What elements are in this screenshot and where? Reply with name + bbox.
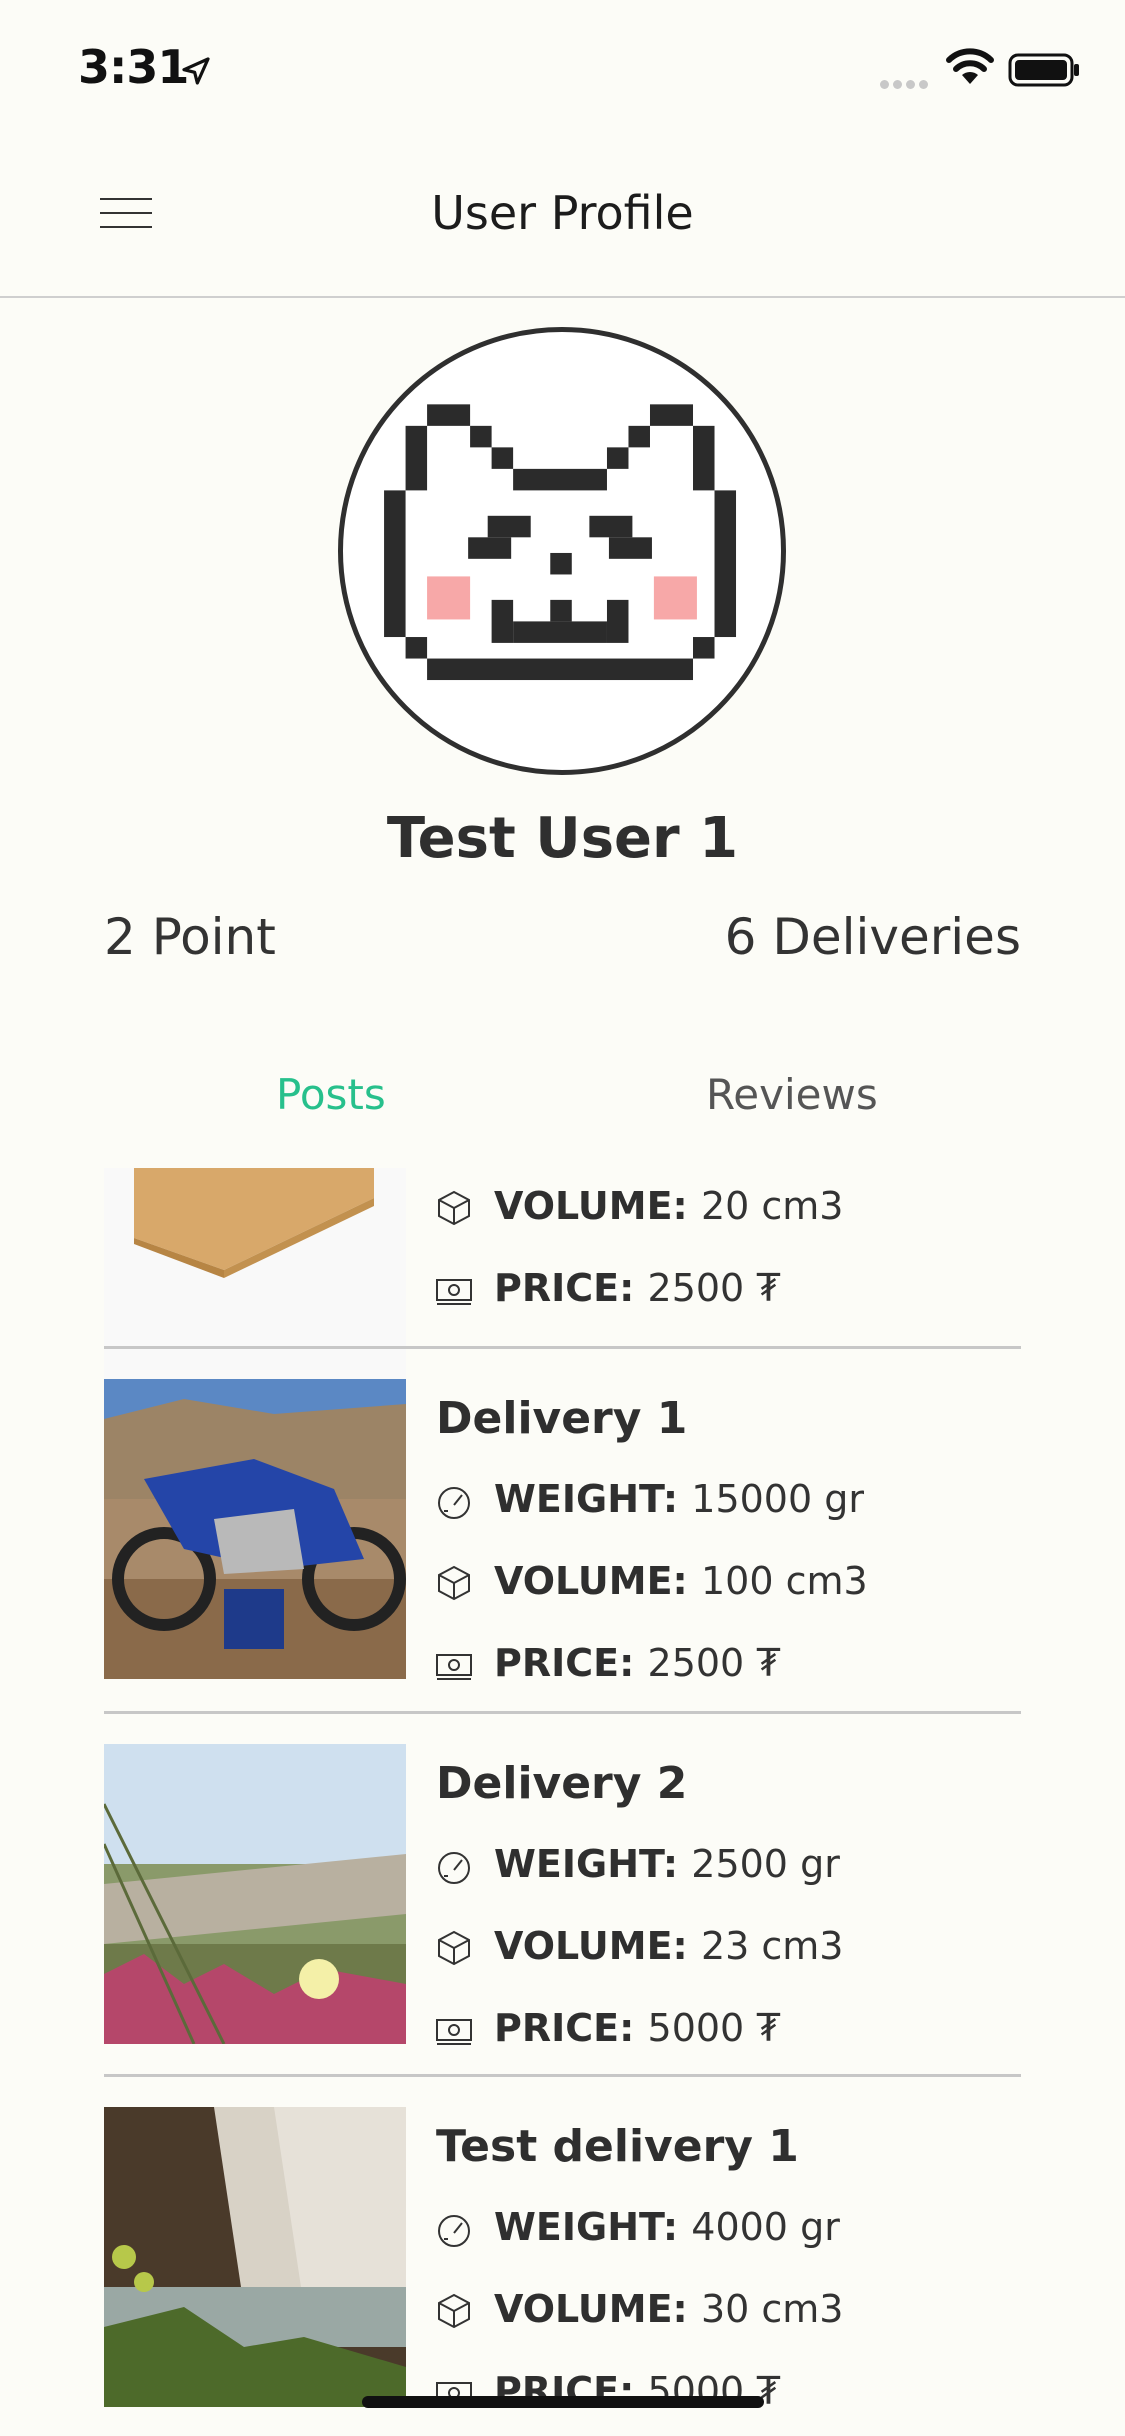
motorcycle-image	[104, 1379, 406, 1679]
pixel-cat-avatar-image	[384, 404, 737, 681]
posts-list[interactable]: VOLUME: 20 cm3 PRICE: 2500 ₮ Delivery 1	[0, 1168, 1125, 2436]
user-name: Test User 1	[386, 806, 739, 871]
wifi-icon	[946, 48, 994, 84]
page-title: User Profile	[431, 186, 694, 240]
banknote-icon	[436, 2019, 472, 2045]
post-title: Delivery 2	[436, 1758, 688, 1809]
cube-icon	[438, 2293, 470, 2329]
gauge-icon	[438, 2215, 470, 2247]
gauge-icon	[438, 1487, 470, 1519]
post-title: Delivery 1	[436, 1393, 688, 1444]
gauge-icon	[438, 1852, 470, 1884]
cube-icon	[438, 1565, 470, 1601]
points-stat: 2 Point	[104, 908, 276, 966]
cellular-signal-icon	[880, 74, 932, 89]
post-title: Test delivery 1	[436, 2121, 799, 2172]
cube-icon	[438, 1190, 470, 1226]
avatar	[338, 327, 786, 775]
cube-icon	[438, 1930, 470, 1966]
divider	[104, 1346, 1021, 1349]
location-arrow-icon	[182, 57, 210, 85]
list-item[interactable]: Delivery 2 WEIGHT: 2500 gr VOLUME: 23 cm…	[104, 1744, 1021, 2108]
home-indicator[interactable]	[362, 2396, 764, 2408]
banknote-icon	[436, 1654, 472, 1680]
banknote-icon	[436, 1279, 472, 1305]
divider	[104, 1711, 1021, 1714]
deliveries-stat: 6 Deliveries	[724, 908, 1021, 966]
flower-image	[104, 1744, 406, 2044]
tab-posts[interactable]: Posts	[276, 1070, 386, 1119]
status-bar: 3:31	[0, 0, 1125, 132]
status-time: 3:31	[78, 40, 189, 94]
app-header: User Profile	[0, 132, 1125, 298]
list-item[interactable]: Test delivery 1 WEIGHT: 4000 gr VOLUME: …	[104, 2107, 1021, 2436]
waterfall-image	[104, 2107, 406, 2407]
tab-reviews[interactable]: Reviews	[706, 1070, 878, 1119]
battery-icon	[1008, 53, 1079, 87]
divider	[104, 2074, 1021, 2077]
list-item[interactable]: Delivery 1 WEIGHT: 15000 gr VOLUME: 100 …	[104, 1379, 1021, 1743]
